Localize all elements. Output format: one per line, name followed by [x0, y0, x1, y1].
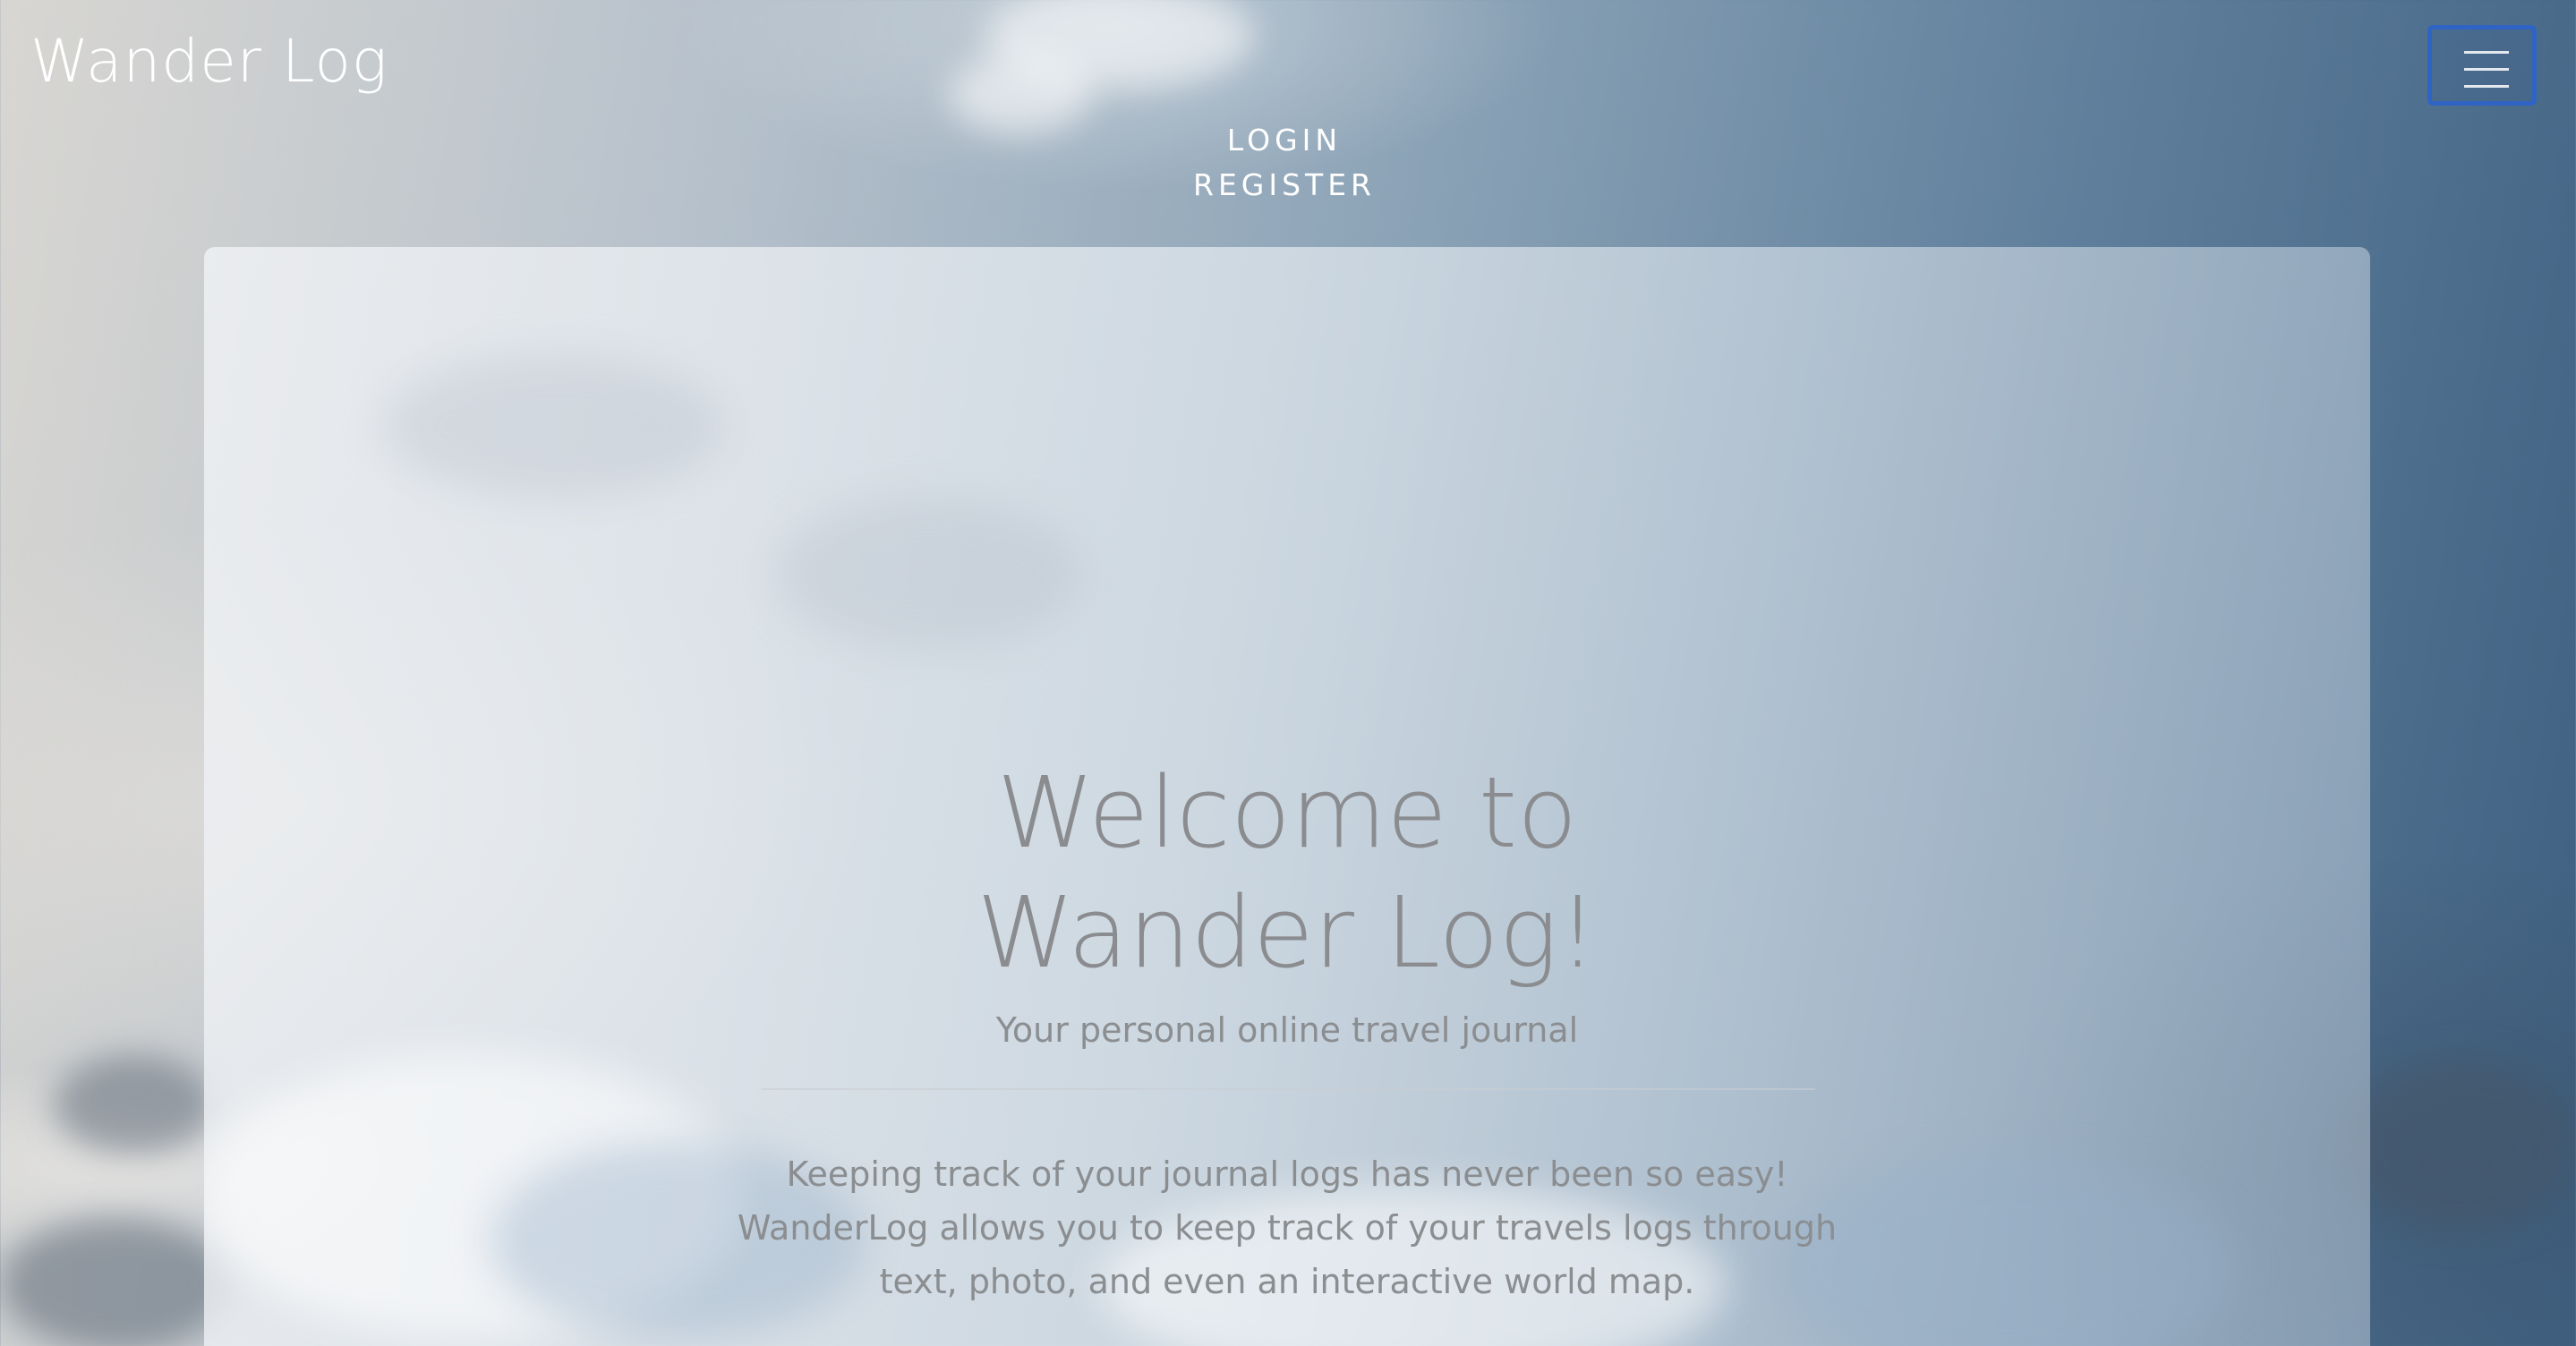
sky-cloud: [0, 1217, 233, 1346]
sky-cloud: [2345, 1056, 2576, 1235]
nav-register-link[interactable]: REGISTER: [1105, 163, 1463, 208]
nav-links: LOGIN REGISTER: [1105, 118, 1463, 208]
hero-subtitle: Your personal online travel journal: [995, 1010, 1579, 1050]
hero-divider: [761, 1088, 1815, 1090]
navbar: Wander Log LOGIN REGISTER: [0, 0, 2576, 206]
navbar-toggler-button[interactable]: [2427, 25, 2537, 106]
hero-title: Welcome to Wander Log!: [977, 755, 1598, 990]
jumbo-cloud: [777, 498, 1081, 650]
nav-login-link[interactable]: LOGIN: [1105, 118, 1463, 163]
sky-cloud: [54, 1056, 215, 1154]
hamburger-menu-icon: [2464, 68, 2509, 71]
brand-logo[interactable]: Wander Log: [30, 27, 388, 96]
hamburger-menu-icon: [2464, 85, 2509, 88]
hero-description: Keeping track of your journal logs has n…: [737, 1154, 1838, 1301]
jumbo-cloud: [383, 354, 723, 498]
hamburger-menu-icon: [2464, 51, 2509, 54]
